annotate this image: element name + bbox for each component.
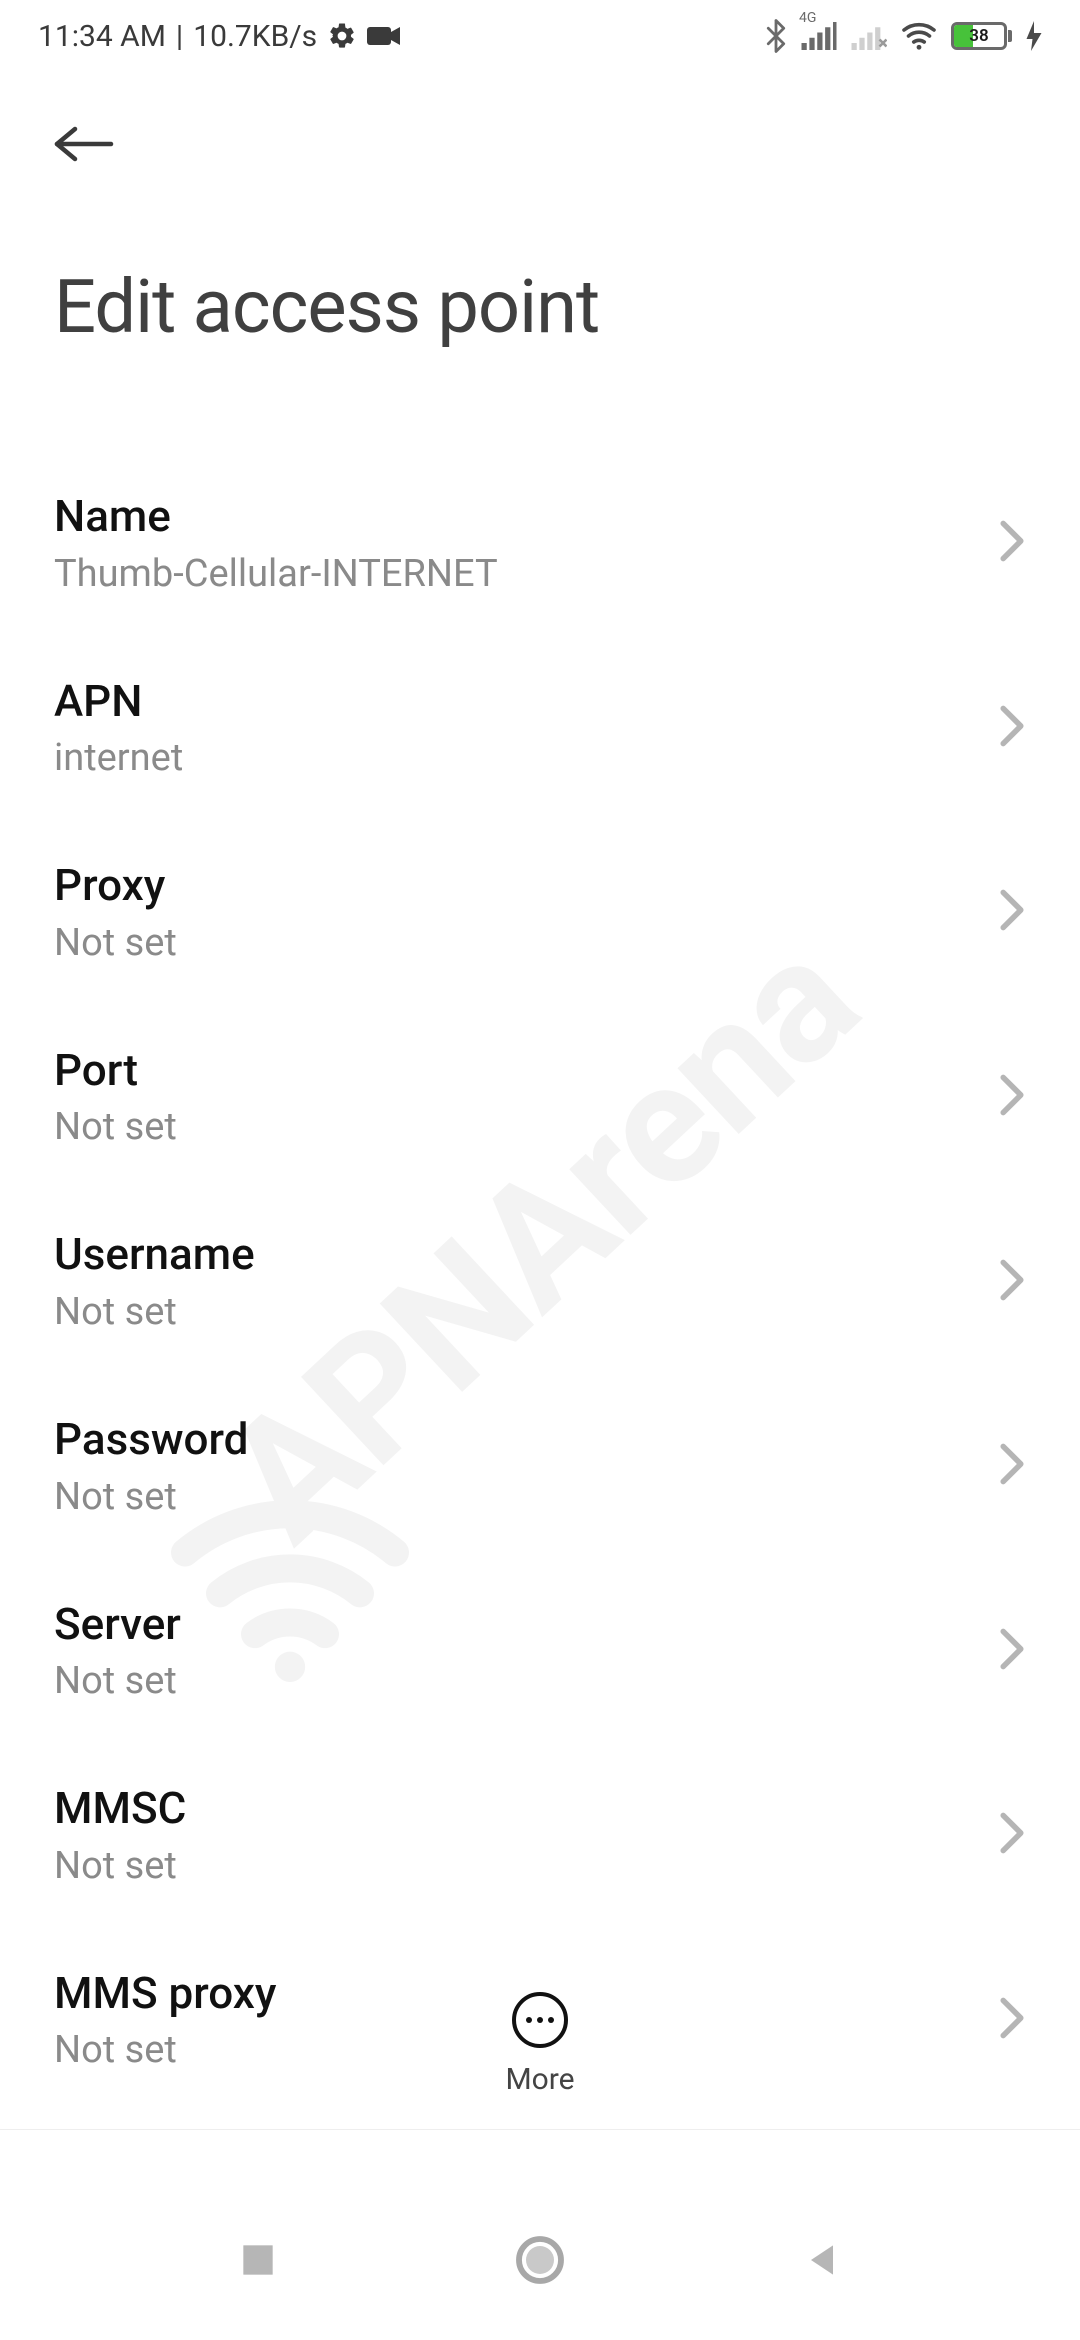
row-label: MMS proxy (54, 1968, 978, 2019)
system-nav-bar (0, 2180, 1080, 2340)
row-server[interactable]: Server Not set (0, 1559, 1080, 1744)
row-value: Not set (54, 1659, 978, 1703)
chevron-right-icon (998, 1996, 1026, 2044)
row-label: Server (54, 1599, 978, 1650)
back-button[interactable] (54, 114, 114, 174)
row-label: Name (54, 491, 978, 542)
status-net-speed: 10.7KB/s (193, 19, 317, 54)
row-label: Proxy (54, 860, 978, 911)
nav-recents-button[interactable] (236, 2238, 280, 2282)
battery-icon: 38 (951, 22, 1012, 50)
chevron-right-icon (998, 888, 1026, 936)
row-port[interactable]: Port Not set (0, 1005, 1080, 1190)
row-value: internet (54, 736, 978, 780)
chevron-right-icon (998, 1073, 1026, 1121)
row-apn[interactable]: APN internet (0, 636, 1080, 821)
row-value: Not set (54, 1290, 978, 1334)
row-proxy[interactable]: Proxy Not set (0, 820, 1080, 1005)
nav-back-button[interactable] (800, 2238, 844, 2282)
row-value: Not set (54, 1844, 978, 1888)
camera-icon (367, 24, 401, 48)
row-label: APN (54, 676, 978, 727)
chevron-right-icon (998, 519, 1026, 567)
row-value: Not set (54, 2028, 978, 2072)
row-label: Username (54, 1229, 978, 1280)
settings-list: Name Thumb-Cellular-INTERNET APN interne… (0, 451, 1080, 2112)
chevron-right-icon (998, 704, 1026, 752)
status-time: 11:34 AM (38, 19, 166, 54)
status-bar: 11:34 AM | 10.7KB/s 4G (0, 0, 1080, 72)
row-label: MMSC (54, 1783, 978, 1834)
row-label: Password (54, 1414, 978, 1465)
row-label: Port (54, 1045, 978, 1096)
wifi-icon (901, 21, 937, 51)
row-value: Not set (54, 1475, 978, 1519)
page-title: Edit access point (54, 264, 1026, 351)
row-mmsc[interactable]: MMSC Not set (0, 1743, 1080, 1928)
chevron-right-icon (998, 1811, 1026, 1859)
charging-icon (1026, 21, 1042, 51)
status-sep: | (176, 19, 183, 54)
row-value: Not set (54, 1105, 978, 1149)
cellular-4g-icon: 4G (801, 22, 837, 50)
nav-home-button[interactable] (512, 2232, 568, 2288)
row-name[interactable]: Name Thumb-Cellular-INTERNET (0, 451, 1080, 636)
gear-icon (327, 21, 357, 51)
cellular-nosim-icon (851, 22, 887, 50)
row-password[interactable]: Password Not set (0, 1374, 1080, 1559)
chevron-right-icon (998, 1258, 1026, 1306)
row-username[interactable]: Username Not set (0, 1189, 1080, 1374)
chevron-right-icon (998, 1627, 1026, 1675)
list-fade (0, 1930, 1080, 1960)
row-value: Not set (54, 921, 978, 965)
chevron-right-icon (998, 1442, 1026, 1490)
row-value: Thumb-Cellular-INTERNET (54, 552, 978, 596)
bluetooth-icon (765, 19, 787, 53)
